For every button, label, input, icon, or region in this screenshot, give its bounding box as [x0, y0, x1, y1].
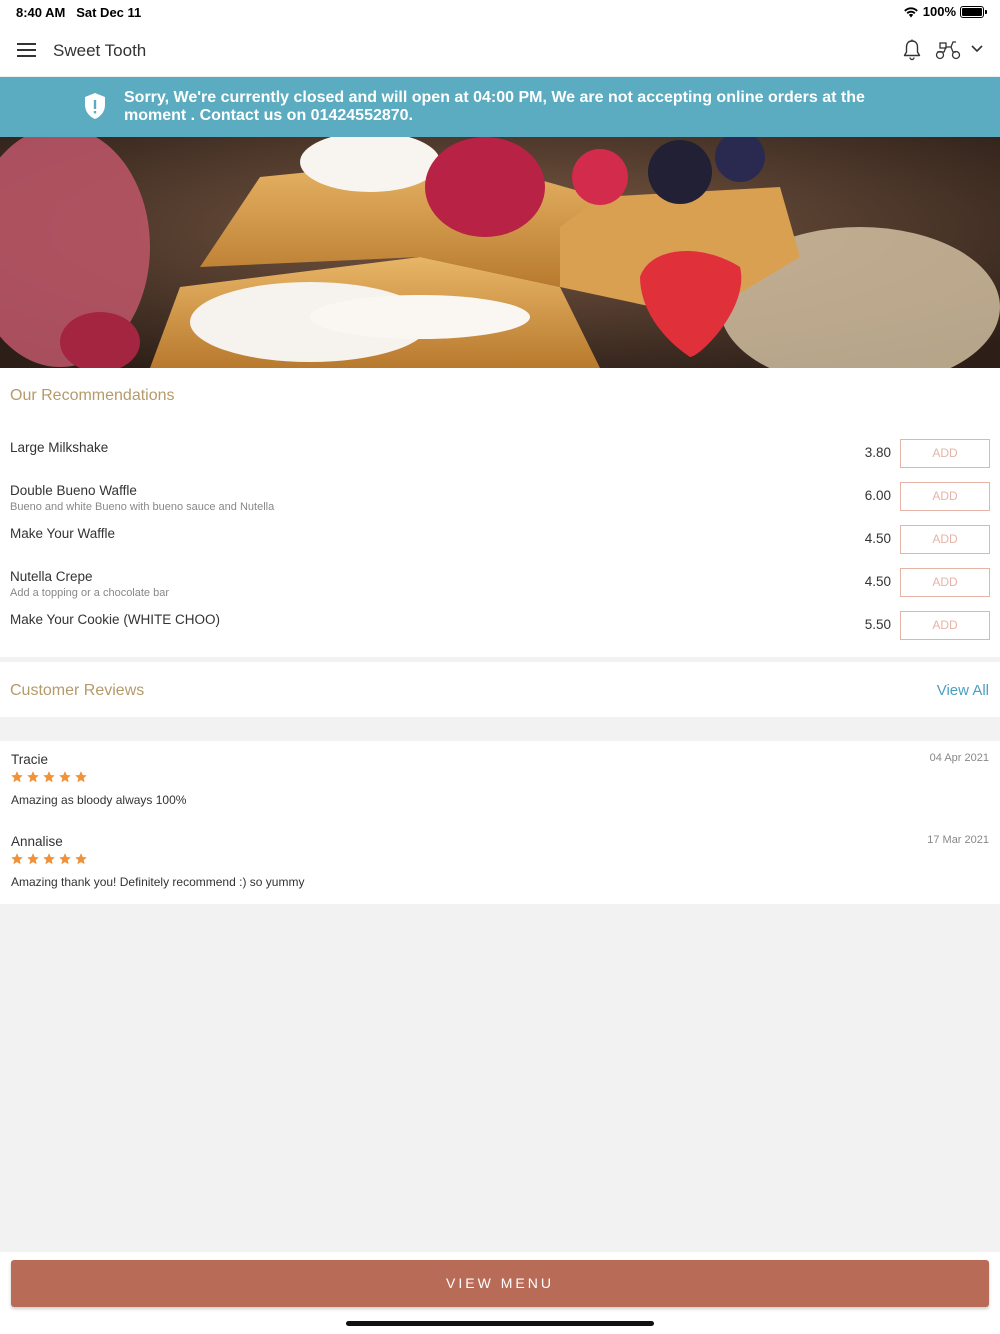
view-menu-button[interactable]: VIEW MENU — [11, 1260, 989, 1307]
battery-percent: 100% — [922, 4, 956, 19]
review-date: 04 Apr 2021 — [929, 752, 989, 764]
battery-icon — [960, 5, 987, 18]
add-button[interactable]: ADD — [900, 439, 990, 468]
status-time: 8:40 AM Sat Dec 11 — [16, 5, 142, 20]
item-price: 4.50 — [864, 531, 891, 546]
reviews-title: Customer Reviews — [10, 682, 145, 699]
star-icon — [27, 853, 39, 865]
item-description: Add a topping or a chocolate bar — [10, 587, 170, 599]
closed-notice-text: Sorry, We're currently closed and will o… — [124, 89, 865, 124]
item-description: Bueno and white Bueno with bueno sauce a… — [10, 501, 275, 513]
hero-image — [0, 137, 1000, 368]
view-all-reviews-link[interactable]: View All — [937, 682, 989, 699]
recommendations-title: Our Recommendations — [10, 387, 175, 404]
app-title: Sweet Tooth — [53, 41, 147, 60]
add-button[interactable]: ADD — [900, 525, 990, 554]
bottom-bar: VIEW MENU — [0, 1252, 1000, 1334]
item-price: 6.00 — [864, 488, 891, 503]
home-indicator — [346, 1321, 654, 1326]
star-icon — [75, 771, 87, 783]
item-name: Nutella Crepe — [10, 569, 93, 584]
item-name: Double Bueno Waffle — [10, 483, 137, 498]
item-name: Large Milkshake — [10, 440, 109, 455]
reviews-list: Tracie 04 Apr 2021 Amazing as bloody alw… — [0, 741, 1000, 904]
star-rating — [10, 852, 88, 866]
star-icon — [43, 771, 55, 783]
item-price: 3.80 — [864, 445, 891, 460]
review-date: 17 Mar 2021 — [927, 834, 989, 846]
app-header: Sweet Tooth — [0, 24, 1000, 77]
recommendations-section: Our Recommendations Large Milkshake 3.80… — [0, 368, 1000, 657]
scooter-icon[interactable] — [935, 40, 961, 60]
wifi-icon — [903, 6, 918, 17]
item-price: 5.50 — [864, 617, 891, 632]
star-icon — [75, 853, 87, 865]
reviewer-name: Tracie — [11, 752, 49, 767]
reviewer-name: Annalise — [11, 834, 63, 849]
item-name: Make Your Waffle — [10, 526, 116, 541]
star-icon — [11, 853, 23, 865]
star-icon — [11, 771, 23, 783]
reviews-header: Customer Reviews View All — [0, 662, 1000, 717]
item-price: 4.50 — [864, 574, 891, 589]
star-icon — [27, 771, 39, 783]
menu-icon[interactable] — [17, 43, 36, 57]
status-bar: 8:40 AM Sat Dec 11 100% — [0, 0, 1000, 24]
add-button[interactable]: ADD — [900, 611, 990, 640]
star-rating — [10, 770, 88, 784]
review-item: Tracie 04 Apr 2021 Amazing as bloody alw… — [0, 741, 1000, 811]
closed-notice-banner: Sorry, We're currently closed and will o… — [0, 77, 1000, 137]
star-icon — [43, 853, 55, 865]
add-button[interactable]: ADD — [900, 568, 990, 597]
star-icon — [59, 771, 71, 783]
status-right: 100% — [903, 4, 987, 19]
review-text: Amazing as bloody always 100% — [11, 793, 187, 807]
item-name: Make Your Cookie (WHITE CHOO) — [10, 612, 221, 627]
add-button[interactable]: ADD — [900, 482, 990, 511]
review-item: Annalise 17 Mar 2021 Amazing thank you! … — [0, 823, 1000, 893]
review-text: Amazing thank you! Definitely recommend … — [11, 875, 305, 889]
chevron-down-icon[interactable] — [970, 44, 984, 54]
bell-icon[interactable] — [902, 39, 922, 61]
star-icon — [59, 853, 71, 865]
shield-alert-icon — [85, 93, 105, 119]
